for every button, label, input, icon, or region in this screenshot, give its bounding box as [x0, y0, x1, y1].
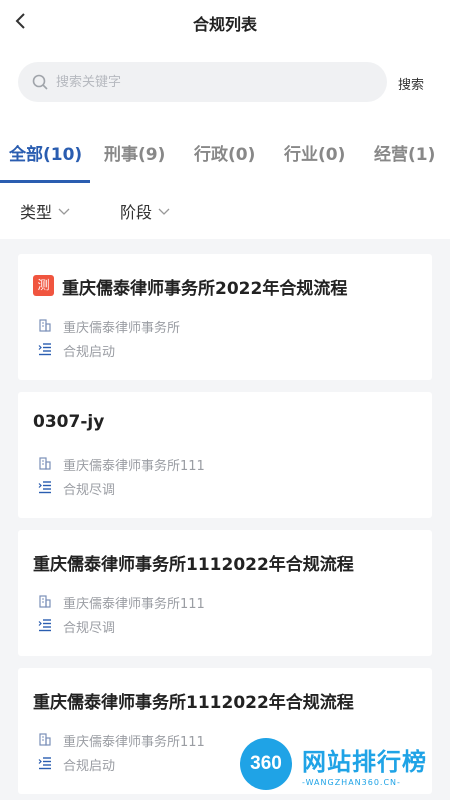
compliance-list: 测 重庆儒泰律师事务所2022年合规流程 重庆儒泰律师事务所 合规启动 0307…	[0, 239, 450, 800]
card-org-text: 重庆儒泰律师事务所111	[63, 597, 205, 612]
card-title: 重庆儒泰律师事务所1112022年合规流程	[33, 693, 354, 713]
search-input[interactable]	[56, 62, 376, 102]
type-filter[interactable]: 类型	[20, 199, 70, 223]
card-org-text: 重庆儒泰律师事务所111	[63, 735, 205, 750]
card-title: 重庆儒泰律师事务所1112022年合规流程	[33, 555, 354, 575]
list-indent-icon	[38, 619, 51, 632]
type-filter-label: 类型	[20, 203, 53, 222]
card-stage-text: 合规尽调	[63, 621, 116, 636]
card-org-text: 重庆儒泰律师事务所111	[63, 459, 205, 474]
card-title: 0307-jy	[33, 412, 105, 432]
chevron-down-icon	[158, 208, 170, 215]
list-item[interactable]: 0307-jy 重庆儒泰律师事务所111 合规尽调	[18, 392, 432, 518]
watermark-subtitle: -WANGZHAN360.CN-	[302, 778, 401, 787]
card-title: 重庆儒泰律师事务所2022年合规流程	[62, 279, 348, 299]
stage-filter[interactable]: 阶段	[120, 199, 170, 223]
tab-operation[interactable]: 经营(1)	[374, 140, 435, 165]
card-org-text: 重庆儒泰律师事务所	[63, 321, 181, 336]
list-item[interactable]: 重庆儒泰律师事务所1112022年合规流程 重庆儒泰律师事务所111 合规尽调	[18, 530, 432, 656]
building-icon	[39, 457, 51, 470]
page-title: 合规列表	[192, 15, 257, 34]
tab-all[interactable]: 全部(10)	[9, 140, 82, 165]
list-indent-icon	[38, 481, 51, 494]
stage-filter-label: 阶段	[120, 203, 153, 222]
chevron-down-icon	[58, 208, 70, 215]
search-box[interactable]	[18, 62, 387, 102]
list-indent-icon	[38, 757, 51, 770]
test-badge: 测	[33, 275, 54, 296]
list-item[interactable]: 测 重庆儒泰律师事务所2022年合规流程 重庆儒泰律师事务所 合规启动	[18, 254, 432, 380]
building-icon	[39, 733, 51, 746]
card-stage-text: 合规启动	[63, 345, 116, 360]
card-stage-text: 合规尽调	[63, 483, 116, 498]
filter-bar: 类型 阶段	[0, 183, 450, 239]
tab-criminal[interactable]: 刑事(9)	[104, 140, 165, 165]
search-bar: 搜索	[0, 44, 450, 120]
card-stage-text: 合规启动	[63, 759, 116, 774]
category-tabs: 全部(10) 刑事(9) 行政(0) 行业(0) 经营(1)	[0, 120, 450, 183]
search-button[interactable]: 搜索	[398, 74, 424, 93]
search-icon	[32, 74, 48, 90]
list-indent-icon	[38, 343, 51, 356]
watermark-logo: 360	[240, 738, 292, 790]
watermark: 360 网站排行榜 -WANGZHAN360.CN-	[238, 736, 448, 796]
tab-administrative[interactable]: 行政(0)	[194, 140, 255, 165]
watermark-title: 网站排行榜	[302, 748, 427, 776]
building-icon	[39, 319, 51, 332]
tab-industry[interactable]: 行业(0)	[284, 140, 345, 165]
building-icon	[39, 595, 51, 608]
top-bar: 合规列表	[0, 0, 450, 44]
